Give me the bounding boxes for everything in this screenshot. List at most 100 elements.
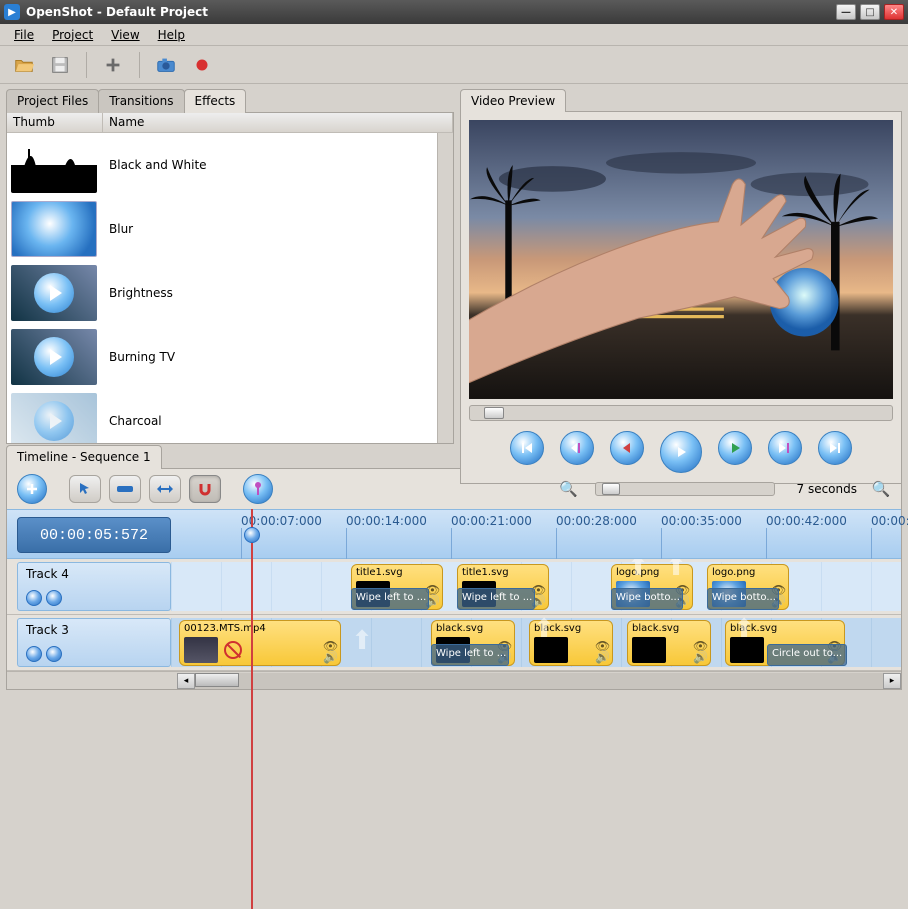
effects-scrollbar[interactable] [437,133,453,443]
tab-timeline[interactable]: Timeline - Sequence 1 [6,445,162,469]
zoom-slider[interactable] [595,482,775,496]
preview-canvas[interactable] [469,120,893,399]
effect-row[interactable]: Charcoal [7,389,437,443]
zoom-thumb[interactable] [602,483,620,495]
add-track-button[interactable] [17,474,47,504]
add-marker-button[interactable] [243,474,273,504]
timeline-ruler[interactable]: 00:00:05:572 00:00:07:000 00:00:14:000 0… [7,509,901,559]
preview-panel [460,111,902,484]
clip-label: title1.svg [462,567,509,578]
seek-start-button[interactable] [510,431,544,465]
eye-icon: 👁 [595,639,608,649]
effects-list[interactable]: Black and White Blur Brightness Burning … [7,133,437,443]
clip-label: logo.png [616,567,659,578]
scrubber-thumb[interactable] [484,407,504,419]
step-back-button[interactable] [610,431,644,465]
clip[interactable]: black.svg 👁🔊 [627,620,711,666]
open-button[interactable] [10,51,38,79]
track-audio-button[interactable] [46,646,62,662]
clip-label: black.svg [534,623,581,634]
step-forward-button[interactable] [718,431,752,465]
transition[interactable]: Wipe left to ... [431,644,509,666]
transition[interactable]: Wipe botto... [707,588,779,610]
speaker-icon: 🔊 [595,650,608,660]
eye-icon: 👁 [323,639,336,649]
clip-label: black.svg [632,623,679,634]
track-lane[interactable]: 00123.MTS.mp4 👁🔊 ⬆ black.svg 👁🔊 Wipe lef… [171,618,901,667]
prev-marker-button[interactable] [560,431,594,465]
close-button[interactable]: ✕ [884,4,904,20]
hscroll-track[interactable] [195,673,883,689]
clip-label: logo.png [712,567,755,578]
effect-row[interactable]: Burning TV [7,325,437,389]
left-panel-tabs: Project Files Transitions Effects [6,88,454,112]
clip-label: title1.svg [356,567,403,578]
track-audio-button[interactable] [46,590,62,606]
clip-label: black.svg [436,623,483,634]
toolbar-separator [86,52,87,78]
disabled-icon [224,641,242,659]
zoom-in-button[interactable]: 🔍 [559,479,579,499]
effect-row[interactable]: Blur [7,197,437,261]
track-header[interactable]: Track 3 [17,618,171,667]
tab-effects[interactable]: Effects [184,89,247,113]
resize-tool-button[interactable] [149,475,181,503]
transition[interactable]: Circle out to... [767,644,847,666]
play-button[interactable] [660,431,702,473]
effect-row[interactable]: Brightness [7,261,437,325]
add-button[interactable] [99,51,127,79]
snap-tool-button[interactable] [189,475,221,503]
menu-project[interactable]: Project [44,26,101,44]
hscroll-thumb[interactable] [195,673,239,687]
track-visible-button[interactable] [26,590,42,606]
window-title: OpenShot - Default Project [26,5,836,19]
snapshot-button[interactable] [152,51,180,79]
transition[interactable]: Wipe left to ... [351,588,429,610]
timeline-hscrollbar[interactable]: ◂ ▸ [7,671,901,689]
timeline-tracks: Track 4 title1.svg 👁🔊 Wipe left to ... [7,559,901,671]
clip-thumb [632,637,666,663]
playback-controls [469,421,893,475]
preview-scrubber[interactable] [469,405,893,421]
clip-thumb [730,637,764,663]
menubar: File Project View Help [0,24,908,46]
transition[interactable]: Wipe left to ... [457,588,535,610]
effect-name: Blur [101,222,133,236]
effect-row[interactable]: Black and White [7,133,437,197]
maximize-button[interactable]: □ [860,4,880,20]
column-thumb[interactable]: Thumb [7,113,103,132]
arrow-up-icon: ⬆ [347,626,377,656]
scroll-left-button[interactable]: ◂ [177,673,195,689]
menu-help[interactable]: Help [150,26,193,44]
clip[interactable]: black.svg 👁🔊 [529,620,613,666]
minimize-button[interactable]: — [836,4,856,20]
save-button[interactable] [46,51,74,79]
next-marker-button[interactable] [768,431,802,465]
app-icon: ▶ [4,4,20,20]
seek-end-button[interactable] [818,431,852,465]
timeline-panel: 🔍 7 seconds 🔍 00:00:05:572 00:00:07:000 … [6,468,902,690]
menu-file[interactable]: File [6,26,42,44]
transition[interactable]: Wipe botto... [611,588,683,610]
track-lane[interactable]: title1.svg 👁🔊 Wipe left to ... title1.sv… [171,562,901,611]
arrow-tool-button[interactable] [69,475,101,503]
clip[interactable]: 00123.MTS.mp4 👁🔊 [179,620,341,666]
effect-name: Charcoal [101,414,162,428]
column-name[interactable]: Name [103,113,453,132]
track-row: Track 3 00123.MTS.mp4 👁🔊 [7,615,901,671]
scroll-right-button[interactable]: ▸ [883,673,901,689]
speaker-icon: 🔊 [693,650,706,660]
track-row: Track 4 title1.svg 👁🔊 Wipe left to ... [7,559,901,615]
zoom-out-button[interactable]: 🔍 [871,479,891,499]
razor-tool-button[interactable] [109,475,141,503]
tab-transitions[interactable]: Transitions [98,89,184,113]
record-button[interactable] [188,51,216,79]
preview-frame [469,120,893,399]
tab-project-files[interactable]: Project Files [6,89,99,113]
track-header[interactable]: Track 4 [17,562,171,611]
track-visible-button[interactable] [26,646,42,662]
tab-video-preview[interactable]: Video Preview [460,89,566,112]
effect-thumb-icon [11,393,97,443]
menu-view[interactable]: View [103,26,147,44]
clip-label: 00123.MTS.mp4 [184,623,266,634]
